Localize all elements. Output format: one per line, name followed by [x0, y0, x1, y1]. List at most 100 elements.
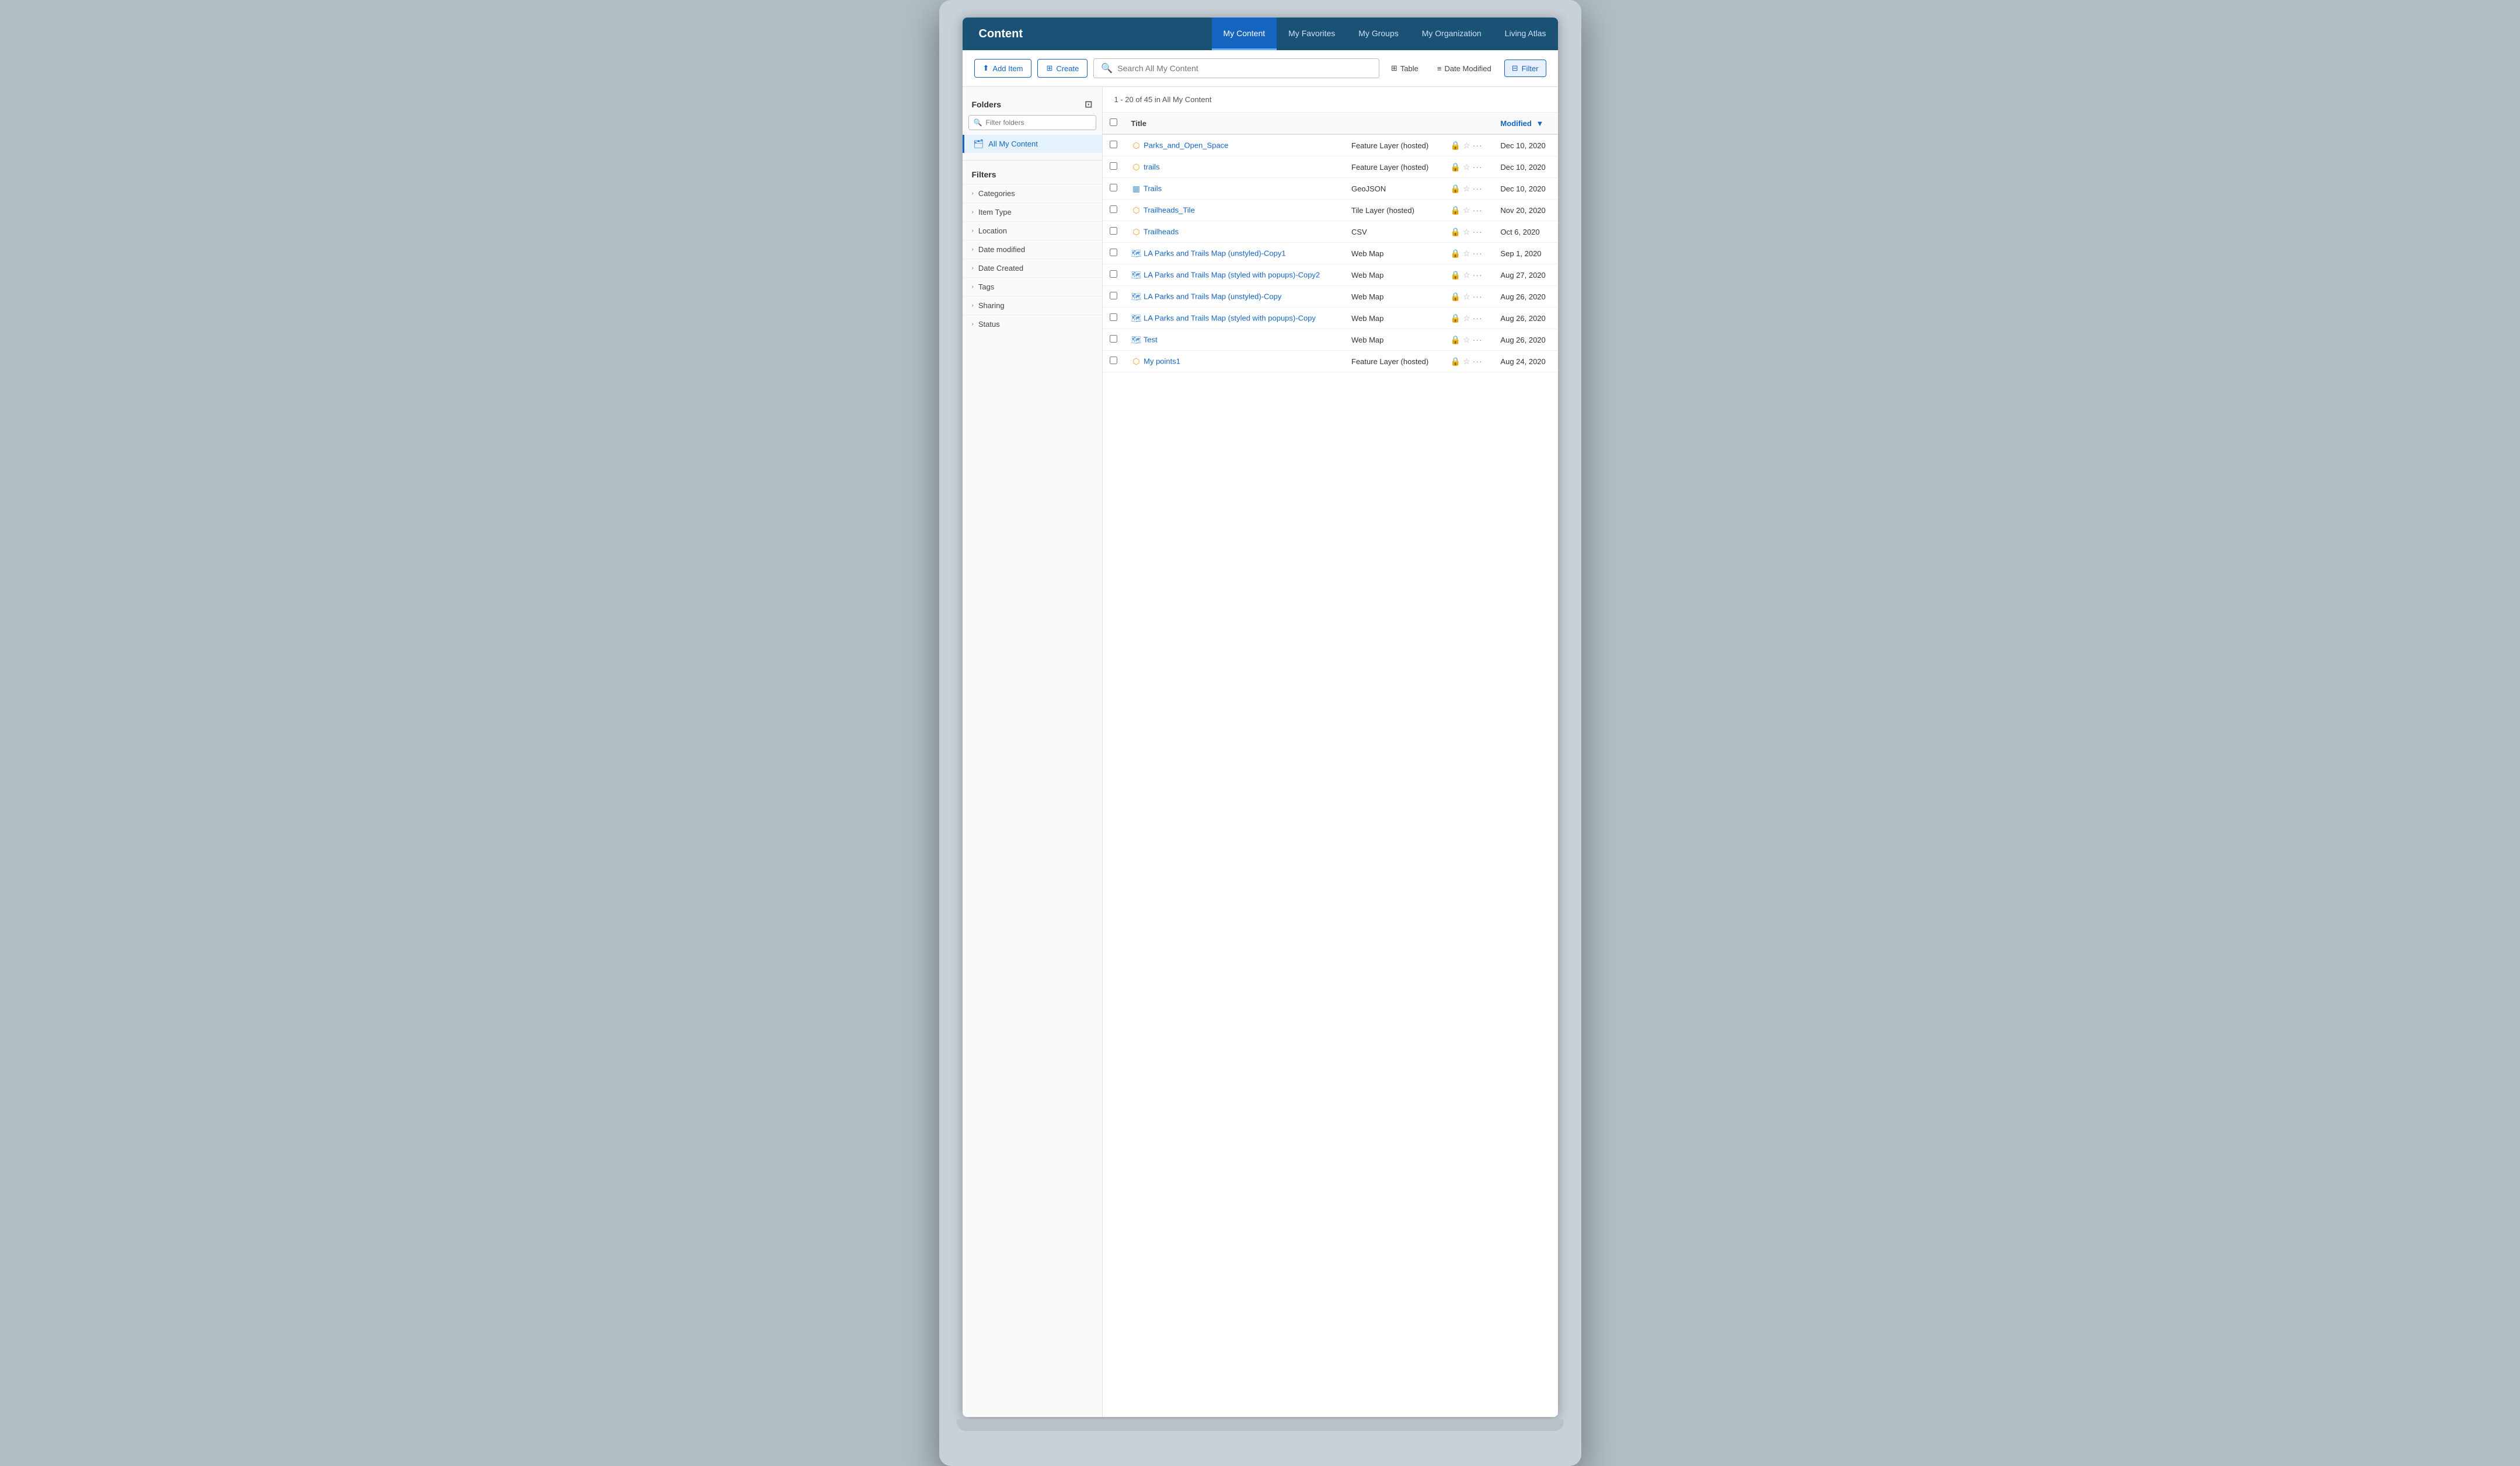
row-checkbox-5[interactable]	[1110, 249, 1117, 256]
item-type-icon: 🗺	[1131, 291, 1142, 302]
tab-my-content[interactable]: My Content	[1212, 18, 1277, 50]
row-date-cell: Aug 26, 2020	[1493, 329, 1557, 351]
add-item-icon: ⬆	[983, 64, 989, 73]
more-options-icon[interactable]: ···	[1473, 292, 1483, 301]
item-type-icon: 🗺	[1131, 334, 1142, 345]
favorite-icon[interactable]: ☆	[1463, 357, 1470, 366]
more-options-icon[interactable]: ···	[1473, 270, 1483, 280]
filter-status[interactable]: › Status	[963, 315, 1102, 333]
favorite-icon[interactable]: ☆	[1463, 141, 1470, 151]
search-input[interactable]	[1117, 64, 1372, 73]
main-layout: Folders ⊡ 🔍 🗂 All My Content Filters	[963, 87, 1558, 1417]
date-modified-button[interactable]: ≡ Date Modified	[1431, 61, 1497, 76]
more-options-icon[interactable]: ···	[1473, 335, 1483, 344]
item-title-link[interactable]: Trailheads	[1144, 228, 1179, 236]
table-view-button[interactable]: ⊞ Table	[1385, 60, 1424, 76]
app-title: Content	[963, 27, 1040, 41]
new-folder-icon[interactable]: ⊡	[1085, 99, 1092, 110]
row-actions-cell: 🔒 ☆ ···	[1444, 286, 1494, 308]
folder-filter-input[interactable]	[985, 118, 1090, 127]
row-checkbox-9[interactable]	[1110, 335, 1117, 343]
filter-categories-label: Categories	[978, 189, 1015, 198]
row-type-cell: CSV	[1344, 221, 1444, 243]
filter-date-modified[interactable]: › Date modified	[963, 240, 1102, 259]
filter-date-created[interactable]: › Date Created	[963, 259, 1102, 277]
filter-button[interactable]: ⊟ Filter	[1504, 60, 1546, 77]
tab-my-favorites[interactable]: My Favorites	[1277, 18, 1347, 50]
favorite-icon[interactable]: ☆	[1463, 270, 1470, 280]
folder-filter[interactable]: 🔍	[968, 115, 1096, 130]
chevron-icon: ›	[972, 228, 974, 234]
laptop-base	[957, 1419, 1564, 1431]
add-item-button[interactable]: ⬆ Add Item	[974, 59, 1032, 78]
select-all-checkbox[interactable]	[1110, 118, 1117, 126]
filter-item-type[interactable]: › Item Type	[963, 203, 1102, 221]
row-checkbox-cell	[1103, 134, 1124, 156]
row-title-cell: 🗺 Test	[1124, 329, 1345, 351]
filter-location[interactable]: › Location	[963, 221, 1102, 240]
item-title-link[interactable]: LA Parks and Trails Map (styled with pop…	[1144, 314, 1316, 323]
lock-icon: 🔒	[1451, 184, 1461, 194]
item-title-link[interactable]: Parks_and_Open_Space	[1144, 141, 1228, 150]
favorite-icon[interactable]: ☆	[1463, 184, 1470, 194]
favorite-icon[interactable]: ☆	[1463, 249, 1470, 259]
table-row: ⬡ My points1 Feature Layer (hosted) 🔒 ☆ …	[1103, 351, 1558, 372]
favorite-icon[interactable]: ☆	[1463, 227, 1470, 237]
row-checkbox-2[interactable]	[1110, 184, 1117, 191]
row-icons: 🔒 ☆ ···	[1451, 184, 1487, 194]
modified-column-header[interactable]: Modified ▼	[1493, 113, 1557, 134]
item-title-link[interactable]: Test	[1144, 336, 1158, 344]
table-icon: ⊞	[1391, 64, 1397, 73]
sort-icon: ≡	[1437, 64, 1442, 73]
row-checkbox-10[interactable]	[1110, 357, 1117, 364]
more-options-icon[interactable]: ···	[1473, 141, 1483, 150]
filter-sharing[interactable]: › Sharing	[963, 296, 1102, 315]
folder-item-all-my-content[interactable]: 🗂 All My Content	[963, 135, 1102, 153]
search-bar[interactable]: 🔍	[1093, 58, 1379, 78]
row-checkbox-8[interactable]	[1110, 313, 1117, 321]
row-date-cell: Oct 6, 2020	[1493, 221, 1557, 243]
row-date-cell: Dec 10, 2020	[1493, 134, 1557, 156]
lock-icon: 🔒	[1451, 292, 1461, 302]
create-button[interactable]: ⊞ Create	[1037, 59, 1088, 78]
item-title-link[interactable]: LA Parks and Trails Map (styled with pop…	[1144, 271, 1320, 280]
favorite-icon[interactable]: ☆	[1463, 205, 1470, 215]
favorite-icon[interactable]: ☆	[1463, 162, 1470, 172]
items-table: Title Modified ▼ ⬡	[1103, 113, 1558, 372]
tab-living-atlas[interactable]: Living Atlas	[1493, 18, 1558, 50]
more-options-icon[interactable]: ···	[1473, 227, 1483, 236]
item-title-link[interactable]: trails	[1144, 163, 1159, 172]
tab-my-organization[interactable]: My Organization	[1410, 18, 1493, 50]
lock-icon: 🔒	[1451, 249, 1461, 259]
filter-date-modified-label: Date modified	[978, 245, 1025, 254]
item-title-link[interactable]: Trailheads_Tile	[1144, 206, 1195, 215]
table-row: 🗺 LA Parks and Trails Map (styled with p…	[1103, 264, 1558, 286]
row-checkbox-4[interactable]	[1110, 227, 1117, 235]
more-options-icon[interactable]: ···	[1473, 249, 1483, 258]
filter-categories[interactable]: › Categories	[963, 184, 1102, 203]
favorite-icon[interactable]: ☆	[1463, 313, 1470, 323]
row-checkbox-7[interactable]	[1110, 292, 1117, 299]
more-options-icon[interactable]: ···	[1473, 313, 1483, 323]
more-options-icon[interactable]: ···	[1473, 184, 1483, 193]
row-checkbox-0[interactable]	[1110, 141, 1117, 148]
filter-tags[interactable]: › Tags	[963, 277, 1102, 296]
more-options-icon[interactable]: ···	[1473, 205, 1483, 215]
row-checkbox-3[interactable]	[1110, 205, 1117, 213]
item-title-link[interactable]: Trails	[1144, 184, 1162, 193]
item-title-link[interactable]: My points1	[1144, 357, 1180, 366]
row-icons: 🔒 ☆ ···	[1451, 205, 1487, 215]
more-options-icon[interactable]: ···	[1473, 162, 1483, 172]
row-title-cell: ⬡ Trailheads_Tile	[1124, 200, 1345, 221]
tab-my-groups[interactable]: My Groups	[1347, 18, 1410, 50]
more-options-icon[interactable]: ···	[1473, 357, 1483, 366]
item-type-icon: ⬡	[1131, 356, 1142, 366]
favorite-icon[interactable]: ☆	[1463, 292, 1470, 302]
item-title-link[interactable]: LA Parks and Trails Map (unstyled)-Copy1	[1144, 249, 1286, 258]
row-date-cell: Aug 24, 2020	[1493, 351, 1557, 372]
filters-title: Filters	[963, 167, 1102, 184]
favorite-icon[interactable]: ☆	[1463, 335, 1470, 345]
row-checkbox-6[interactable]	[1110, 270, 1117, 278]
row-checkbox-1[interactable]	[1110, 162, 1117, 170]
item-title-link[interactable]: LA Parks and Trails Map (unstyled)-Copy	[1144, 292, 1281, 301]
